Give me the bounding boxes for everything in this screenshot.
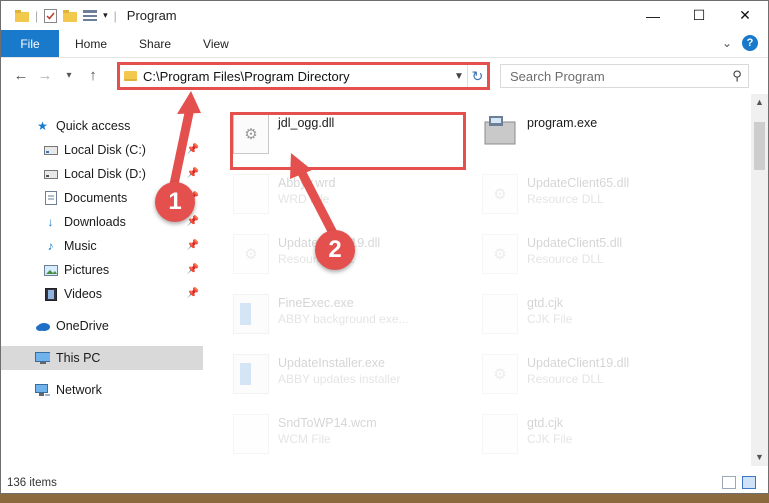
step-marker-1: 1 — [155, 182, 195, 222]
explorer-window: | ▾ | Program — ☐ ✕ File Home Share View… — [0, 0, 769, 494]
annotation-arrows — [168, 91, 339, 240]
step-marker-2: 2 — [315, 230, 355, 270]
